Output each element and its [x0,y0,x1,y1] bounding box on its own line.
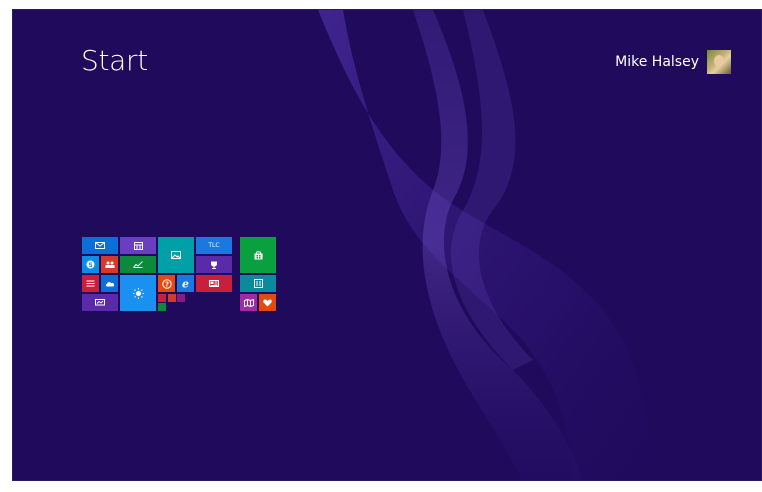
trophy-icon [211,261,217,269]
user-name: Mike Halsey [615,54,699,70]
store-tile[interactable] [240,237,276,273]
user-account[interactable]: Mike Halsey [615,50,731,74]
desktop-tile[interactable] [82,294,118,311]
weather-tile[interactable] [120,275,156,311]
cloud-icon [105,281,114,286]
internet-explorer-tile[interactable]: e [177,275,194,292]
small-tile-1[interactable] [158,294,166,302]
news-tile[interactable] [196,275,232,292]
desktop-icon [95,299,105,306]
calendar-icon [133,241,143,250]
finance-icon [133,261,143,268]
photos-tile[interactable] [158,237,194,273]
food-drink-tile[interactable] [240,275,276,292]
skype-icon: S [86,260,95,269]
svg-text:S: S [88,262,92,269]
avatar[interactable] [707,50,731,74]
health-fitness-tile[interactable] [259,294,276,311]
page-title: Start [81,44,148,77]
sun-icon [132,287,144,299]
food-icon [253,279,263,288]
ie-icon: e [182,278,189,289]
onedrive-tile[interactable] [101,275,118,292]
help-tips-tile[interactable]: ? [158,275,175,292]
store-icon [254,250,262,259]
heart-icon [263,298,272,306]
reading-list-icon [86,280,95,287]
svg-text:?: ? [164,280,168,288]
maps-tile[interactable] [240,294,257,311]
tlc-tile[interactable]: TLC [196,237,232,254]
svg-text:e: e [182,278,189,289]
mail-icon [95,242,105,249]
finance-tile[interactable] [120,256,156,273]
start-screen: Start Mike Halsey TLC S ? e [12,9,762,481]
small-tile-4[interactable] [158,303,166,311]
help-icon: ? [161,278,172,289]
people-tile[interactable] [101,256,118,273]
small-tile-2[interactable] [168,294,176,302]
news-icon [209,280,219,287]
reading-list-tile[interactable] [82,275,99,292]
people-icon [105,261,114,268]
calendar-tile[interactable] [120,237,156,254]
photos-icon [171,251,181,259]
sport-tile[interactable] [196,256,232,273]
small-tile-3[interactable] [177,294,185,302]
tlc-logo: TLC [208,242,220,249]
mail-tile[interactable] [82,237,118,254]
maps-icon [243,298,254,307]
skype-tile[interactable]: S [82,256,99,273]
